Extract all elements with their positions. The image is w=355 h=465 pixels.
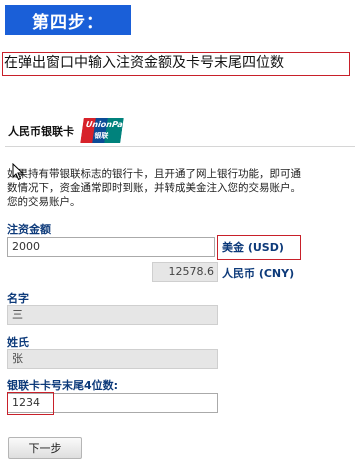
usd-currency-label: 美金 (USD) [222, 241, 284, 254]
last-name-label: 姓氏 [7, 336, 29, 349]
description-line: 您的交易账户。 [7, 196, 81, 208]
step-badge: 第四步： [5, 5, 131, 35]
card-last4-input[interactable]: 1234 [7, 393, 218, 413]
amount-label: 注资金额 [7, 223, 51, 236]
description-line: 如果持有带银联标志的银行卡，且开通了网上银行功能，即可通 [7, 168, 301, 180]
amount-input[interactable]: 2000 [7, 237, 215, 257]
mouse-pointer-icon [12, 163, 24, 181]
description-text: 如果持有带银联标志的银行卡，且开通了网上银行功能，即可通 数情况下，资金通常即时… [7, 167, 352, 209]
cny-currency-label: 人民币 (CNY) [222, 267, 295, 280]
payment-method-header: 人民币银联卡 UnionPay 银联 [8, 118, 124, 143]
first-name-field: 三 [7, 305, 218, 325]
step-label: 第四步： [32, 12, 104, 33]
unionpay-logo: UnionPay 银联 [80, 118, 124, 143]
unionpay-logo-text: UnionPay [85, 120, 124, 129]
header-divider [5, 146, 355, 147]
unionpay-logo-cn-text: 银联 [93, 132, 109, 140]
instruction-callout: 在弹出窗口中输入注资金额及卡号末尾四位数 [2, 52, 350, 76]
first-name-label: 名字 [7, 292, 29, 305]
card-last4-label: 银联卡卡号末尾4位数: [7, 379, 119, 392]
next-step-button[interactable]: 下一步 [8, 437, 82, 459]
last-name-field: 张 [7, 349, 218, 369]
card-type-title: 人民币银联卡 [8, 124, 74, 138]
cny-converted-amount: 12578.6 [152, 262, 218, 282]
description-line: 数情况下，资金通常即时到账，并转成美金注入您的交易账户。 [7, 182, 301, 194]
next-step-label: 下一步 [28, 442, 62, 455]
